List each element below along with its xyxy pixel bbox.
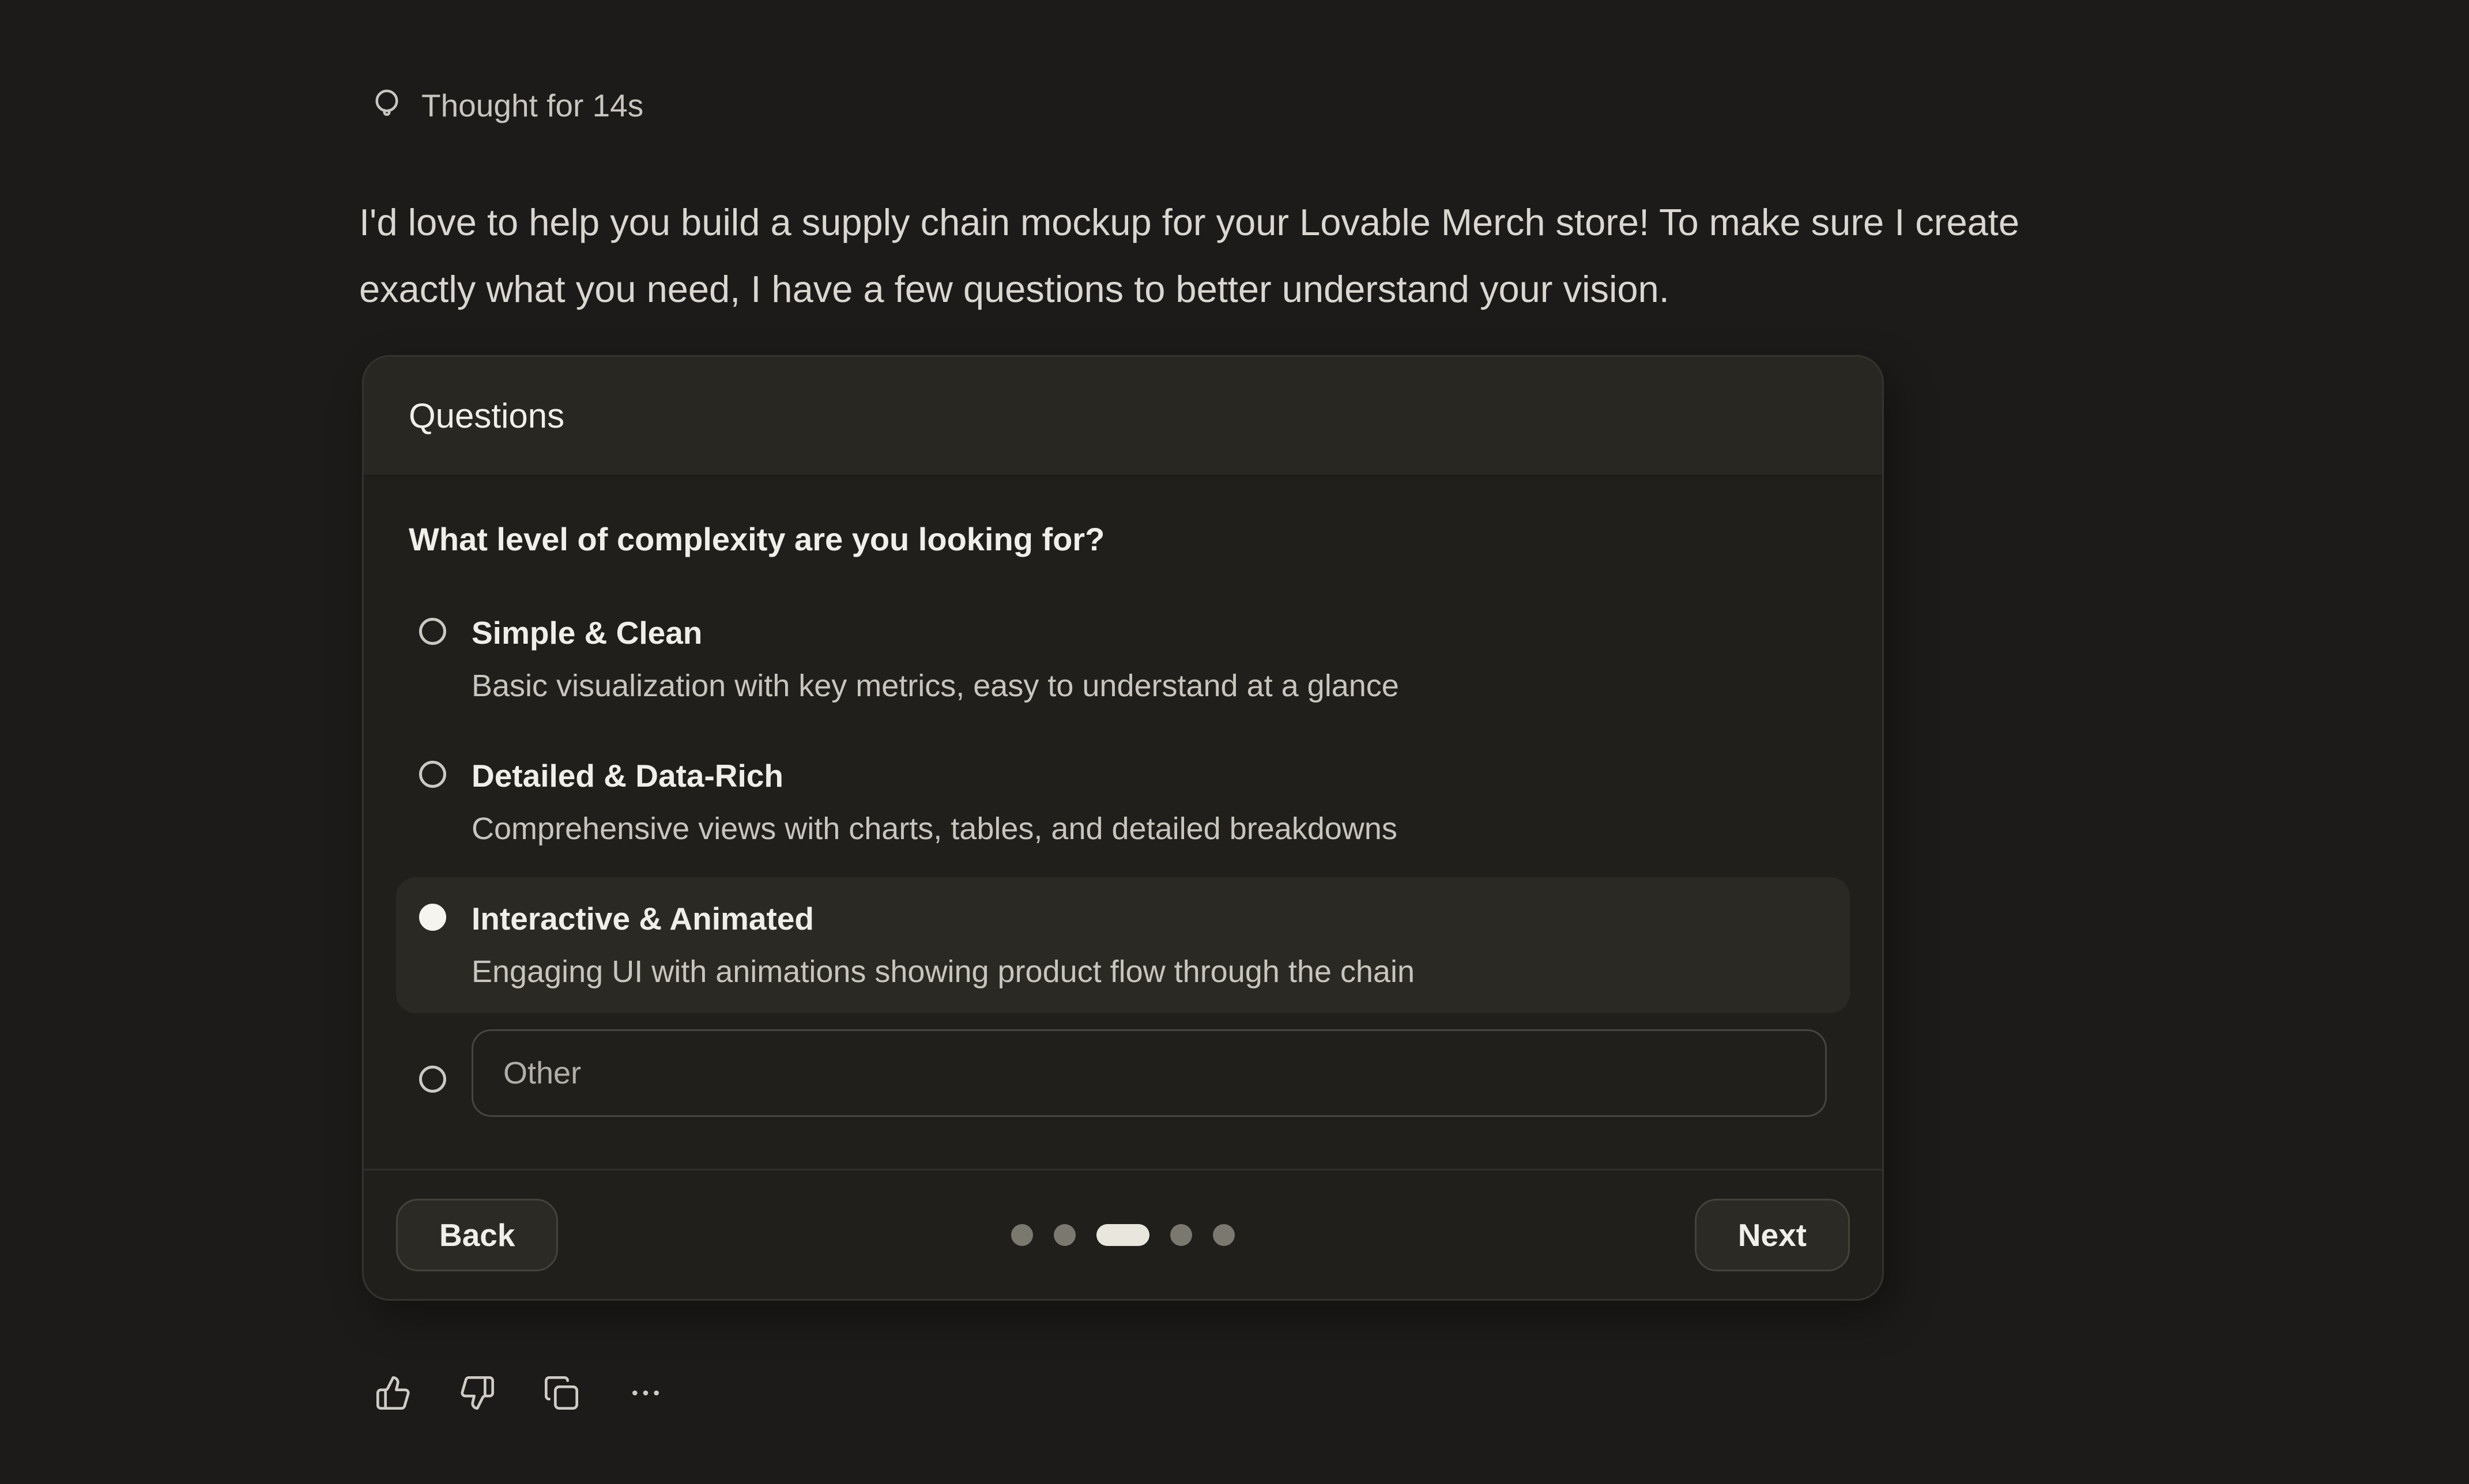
questions-card-body: What level of complexity are you looking… [364,477,1882,1169]
thumbs-down-icon [459,1375,496,1411]
message-line-2: exactly what you need, I have a few ques… [359,256,2469,323]
radio-unselected-icon[interactable] [419,1066,446,1093]
questions-card-footer: Back Next [364,1169,1882,1299]
assistant-message: Thought for 14s I'd love to help you bui… [0,0,2469,1411]
lightbulb-icon [367,86,406,125]
other-text-input[interactable] [472,1029,1827,1117]
thought-toggle[interactable]: Thought for 14s [359,85,643,126]
thumbs-up-button[interactable] [375,1375,412,1411]
pagination-dot-active [1096,1224,1149,1246]
thumbs-up-icon [375,1375,412,1411]
option-interactive-animated[interactable]: Interactive & Animated Engaging UI with … [396,877,1850,1013]
option-title: Simple & Clean [472,606,1399,659]
option-other[interactable] [396,1020,1850,1122]
radio-selected-icon[interactable] [419,904,446,931]
radio-unselected-icon[interactable] [419,618,446,645]
back-button[interactable]: Back [396,1199,558,1271]
pagination-dots [1011,1224,1235,1246]
message-line-1: I'd love to help you build a supply chai… [359,189,2469,256]
option-title: Detailed & Data-Rich [472,749,1397,802]
more-options-button[interactable] [627,1375,664,1411]
message-text: I'd love to help you build a supply chai… [359,189,2469,323]
option-description: Comprehensive views with charts, tables,… [472,802,1397,855]
next-button[interactable]: Next [1695,1199,1850,1271]
questions-card: Questions What level of complexity are y… [362,355,1884,1301]
question-text: What level of complexity are you looking… [396,520,1850,558]
more-options-icon [627,1375,664,1411]
option-simple-clean[interactable]: Simple & Clean Basic visualization with … [396,591,1850,727]
questions-card-header: Questions [364,357,1882,477]
message-actions [359,1375,2469,1411]
copy-icon [543,1375,580,1411]
option-detailed-data-rich[interactable]: Detailed & Data-Rich Comprehensive views… [396,734,1850,870]
option-description: Engaging UI with animations showing prod… [472,945,1415,998]
radio-unselected-icon[interactable] [419,761,446,788]
pagination-dot [1011,1224,1033,1246]
thought-label: Thought for 14s [421,87,643,124]
pagination-dot [1170,1224,1192,1246]
pagination-dot [1213,1224,1235,1246]
option-description: Basic visualization with key metrics, ea… [472,659,1399,712]
option-title: Interactive & Animated [472,892,1415,945]
card-title: Questions [409,396,564,436]
pagination-dot [1054,1224,1076,1246]
thumbs-down-button[interactable] [459,1375,496,1411]
copy-button[interactable] [543,1375,580,1411]
